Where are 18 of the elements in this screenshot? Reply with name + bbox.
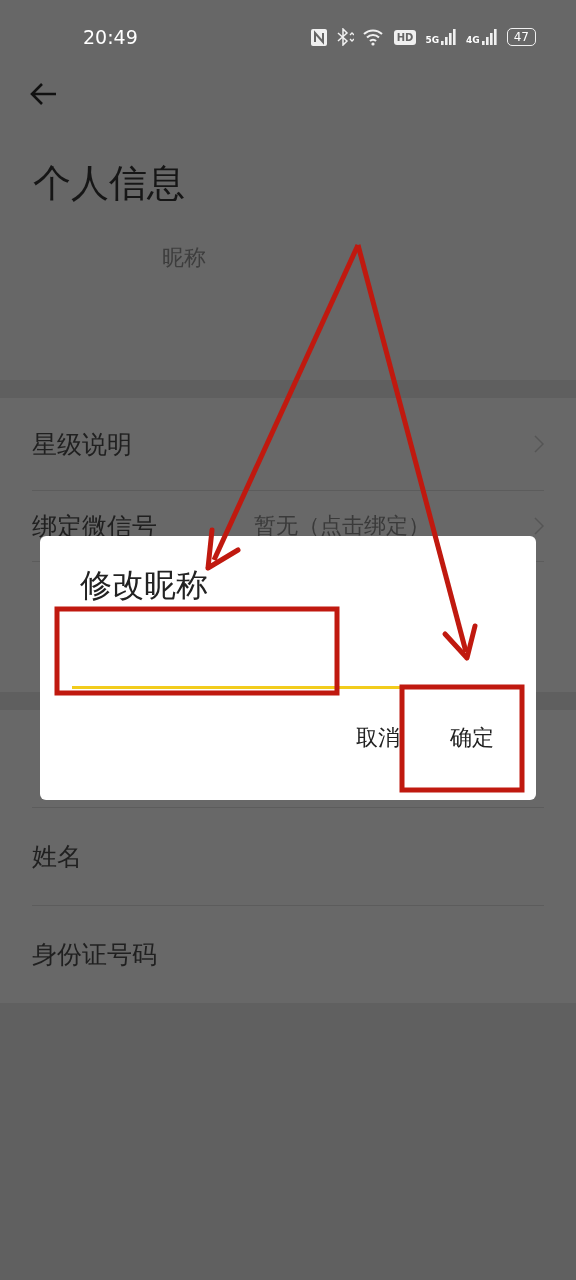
- network-label: 5G: [425, 36, 440, 45]
- dialog-title: 修改昵称: [80, 565, 208, 606]
- nfc-icon: [310, 28, 327, 46]
- wifi-icon: [362, 28, 385, 46]
- back-arrow-icon[interactable]: [30, 82, 58, 106]
- bluetooth-icon: [335, 28, 354, 46]
- page-title: 个人信息: [33, 160, 186, 207]
- signal-icon: [481, 29, 498, 45]
- hd-badge: HD: [393, 29, 417, 45]
- dialog-button[interactable]: 确定: [426, 707, 518, 769]
- battery-indicator: 47: [506, 28, 536, 46]
- row-label: 星级说明: [32, 428, 132, 461]
- row-label: 身份证号码: [32, 939, 157, 971]
- network-label: 4G: [466, 36, 480, 45]
- row-label: 姓名: [32, 841, 82, 873]
- dialog-button[interactable]: 取消: [332, 707, 424, 769]
- signal-icon: [441, 29, 458, 45]
- status-time: 20:49: [83, 26, 138, 48]
